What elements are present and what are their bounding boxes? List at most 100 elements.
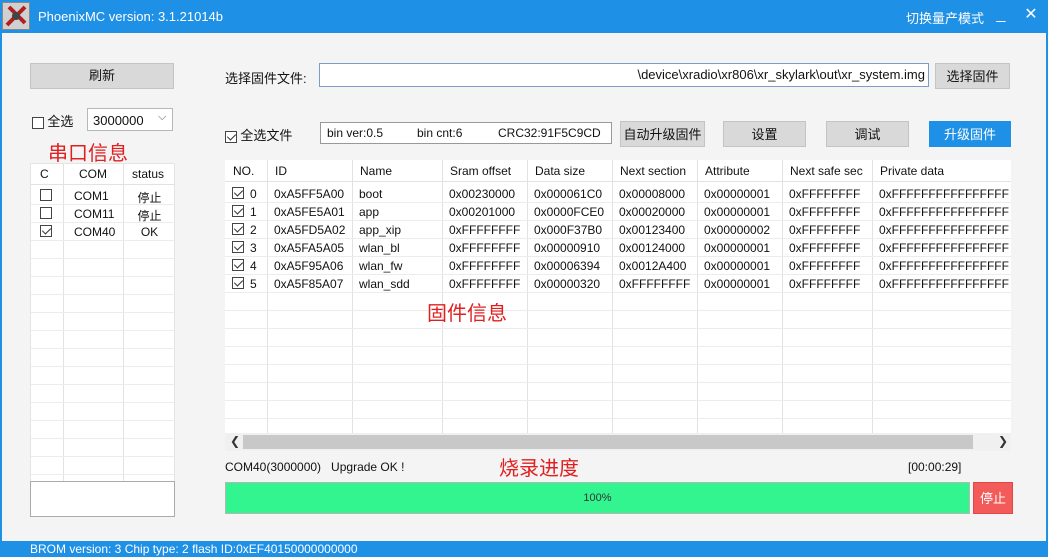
firmware-row[interactable]: 2 0xA5FD5A02 app_xip 0xFFFFFFFF 0x000F37B0 0x… [225,221,1011,239]
firmware-name: wlan_fw [359,259,403,273]
col-name: Name [360,164,393,178]
bin-count: bin cnt:6 [417,126,463,140]
scroll-right-icon[interactable]: ❯ [998,434,1008,448]
row-divider [31,258,174,259]
firmware-next-safe-sec: 0xFFFFFFFF [789,259,861,273]
port-list: C COM status COM1 停止 COM11 停止 COM40 OK [30,163,175,509]
row-divider [225,274,1011,275]
firmware-id: 0xA5FF5A00 [274,187,345,201]
baud-rate-select[interactable]: 3000000 ⌵ [87,108,173,131]
upgrade-firmware-button[interactable]: 升级固件 [929,121,1011,147]
firmware-sram-offset: 0xFFFFFFFF [449,241,521,255]
firmware-id: 0xA5F95A06 [274,259,344,273]
firmware-sram-offset: 0xFFFFFFFF [449,259,521,273]
col-data-size: Data size [535,164,586,178]
firmware-name: wlan_bl [359,241,400,255]
port-row[interactable]: COM11 停止 [31,205,174,223]
row-divider [31,222,174,223]
firmware-row[interactable]: 5 0xA5F85A07 wlan_sdd 0xFFFFFFFF 0x00000320 0… [225,275,1011,293]
firmware-row-checkbox[interactable] [232,259,244,271]
firmware-id: 0xA5FA5A05 [274,241,345,255]
firmware-attribute: 0x00000001 [704,259,771,273]
col-next-section: Next section [620,164,687,178]
switch-production-mode-button[interactable]: 切换量产模式 [906,8,984,27]
firmware-private-data: 0xFFFFFFFFFFFFFFFF [879,277,1009,291]
firmware-info-annotation: 固件信息 [427,301,507,325]
baud-rate-value: 3000000 [93,113,144,128]
row-divider [225,202,1011,203]
row-divider [31,420,174,421]
row-divider [31,330,174,331]
row-divider [31,312,174,313]
select-all-files[interactable]: 全选文件 [225,125,292,144]
firmware-row-checkbox[interactable] [232,187,244,199]
row-divider [225,328,1011,329]
port-checkbox[interactable] [40,189,52,201]
refresh-button[interactable]: 刷新 [30,63,174,89]
firmware-path-input[interactable]: \device\xradio\xr806\xr_skylark\out\xr_s… [319,63,929,87]
serial-info-annotation: 串口信息 [48,141,128,165]
firmware-attribute: 0x00000002 [704,223,771,237]
firmware-private-data: 0xFFFFFFFFFFFFFFFF [879,223,1009,237]
firmware-data-size: 0x0000FCE0 [534,205,605,219]
select-all-ports-label: 全选 [47,114,74,129]
firmware-sram-offset: 0x00201000 [449,205,516,219]
firmware-row-checkbox[interactable] [232,223,244,235]
firmware-private-data: 0xFFFFFFFFFFFFFFFF [879,205,1009,219]
firmware-next-section: 0x0012A400 [619,259,687,273]
select-all-ports[interactable]: 全选 [32,111,73,130]
row-divider [225,364,1011,365]
select-all-files-label: 全选文件 [240,128,293,143]
auto-upgrade-button[interactable]: 自动升级固件 [620,121,705,147]
port-row[interactable]: COM1 停止 [31,187,174,205]
firmware-no: 4 [250,259,257,273]
progress-percent: 100% [583,492,612,504]
col-sram-offset: Sram offset [450,164,512,178]
row-divider [225,382,1011,383]
row-divider [31,240,174,241]
port-checkbox[interactable] [40,207,52,219]
select-firmware-button[interactable]: 选择固件 [935,63,1010,89]
firmware-next-safe-sec: 0xFFFFFFFF [789,277,861,291]
row-divider [31,366,174,367]
col-next-safe-sec: Next safe sec [790,164,863,178]
row-divider [225,292,1011,293]
firmware-row[interactable]: 1 0xA5FE5A01 app 0x00201000 0x0000FCE0 0x0002… [225,203,1011,221]
firmware-row-checkbox[interactable] [232,205,244,217]
firmware-next-section: 0x00124000 [619,241,686,255]
main-panel: 刷新 全选 3000000 ⌵ 串口信息 C COM status COM1 停止… [0,33,1048,541]
firmware-row-checkbox[interactable] [232,241,244,253]
scrollbar-thumb[interactable] [243,435,973,449]
upgrade-status-text: COM40(3000000) Upgrade OK ! [225,460,405,474]
firmware-next-section: 0x00008000 [619,187,686,201]
firmware-row[interactable]: 0 0xA5FF5A00 boot 0x00230000 0x000061C0 0x000… [225,185,1011,203]
port-col-com: COM [79,167,107,181]
port-row[interactable]: COM40 OK [31,223,174,241]
select-all-ports-checkbox[interactable] [32,116,44,129]
firmware-row[interactable]: 4 0xA5F95A06 wlan_fw 0xFFFFFFFF 0x00006394 0x… [225,257,1011,275]
horizontal-scrollbar[interactable]: ❮ ❯ [225,433,1011,451]
row-divider [31,348,174,349]
row-divider [225,400,1011,401]
select-all-files-checkbox[interactable] [225,130,237,143]
scroll-left-icon[interactable]: ❮ [230,434,240,448]
firmware-next-safe-sec: 0xFFFFFFFF [789,223,861,237]
firmware-attribute: 0x00000001 [704,241,771,255]
debug-button[interactable]: 调试 [826,121,909,147]
firmware-row-checkbox[interactable] [232,277,244,289]
row-divider [31,456,174,457]
firmware-next-section: 0x00123400 [619,223,686,237]
row-divider [31,294,174,295]
stop-button[interactable]: 停止 [973,482,1013,514]
progress-bar: 100% [225,482,970,514]
row-divider [31,474,174,475]
close-button[interactable]: ✕ [1020,4,1042,26]
row-divider [225,238,1011,239]
minimize-button[interactable]: _ [992,4,1010,26]
row-divider [225,220,1011,221]
port-checkbox[interactable] [40,225,52,237]
firmware-id: 0xA5F85A07 [274,277,344,291]
settings-button[interactable]: 设置 [723,121,806,147]
row-divider [31,276,174,277]
firmware-row[interactable]: 3 0xA5FA5A05 wlan_bl 0xFFFFFFFF 0x00000910 0x… [225,239,1011,257]
